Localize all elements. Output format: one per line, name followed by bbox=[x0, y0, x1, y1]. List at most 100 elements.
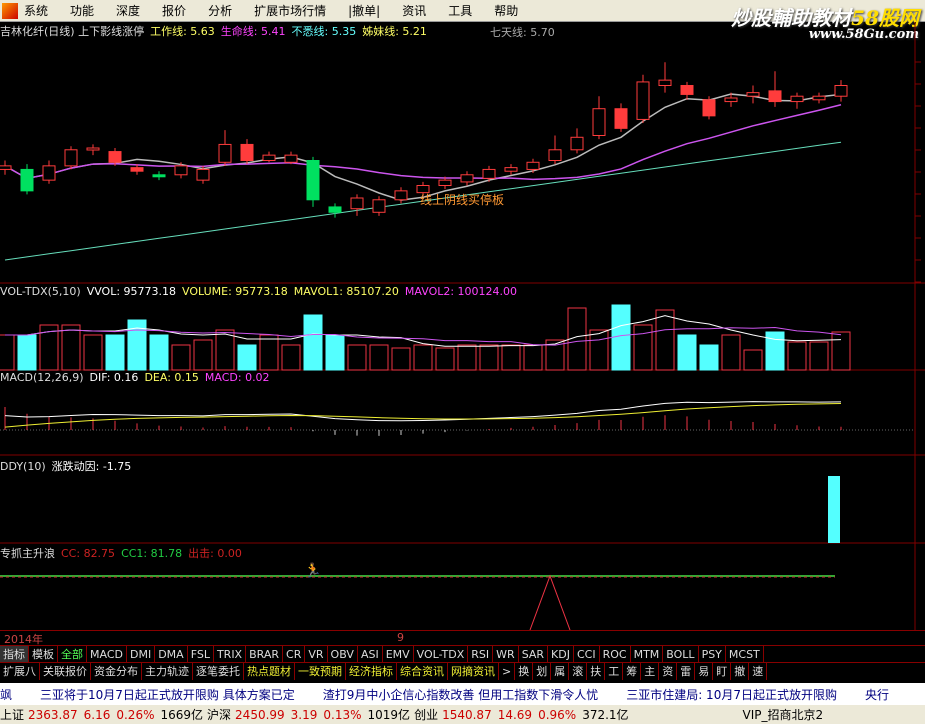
tab-OBV[interactable]: OBV bbox=[328, 646, 358, 663]
candle-body bbox=[306, 160, 320, 201]
date-month: 9 bbox=[397, 631, 404, 644]
index-amt: 1669亿 bbox=[160, 708, 204, 722]
menu-item[interactable]: 工具 bbox=[448, 2, 472, 19]
index-name: 沪深 bbox=[207, 708, 232, 722]
tab-MCST[interactable]: MCST bbox=[726, 646, 764, 663]
volume-bar bbox=[61, 324, 81, 371]
candle-body bbox=[262, 154, 276, 161]
candle-body bbox=[174, 165, 188, 176]
tab-易[interactable]: 易 bbox=[695, 663, 714, 680]
menu-item[interactable]: 分析 bbox=[208, 2, 232, 19]
volume-bar bbox=[281, 344, 301, 371]
candle-body bbox=[0, 165, 12, 170]
tab-BRAR[interactable]: BRAR bbox=[246, 646, 284, 663]
tab-VOL-TDX[interactable]: VOL-TDX bbox=[414, 646, 469, 663]
tab-EMV[interactable]: EMV bbox=[383, 646, 414, 663]
candle-body bbox=[460, 174, 474, 183]
tab-CR[interactable]: CR bbox=[283, 646, 306, 663]
tab->[interactable]: > bbox=[499, 663, 516, 680]
chart-annotation: 线上阴线买停板 bbox=[420, 193, 505, 207]
volume-bar bbox=[523, 344, 543, 371]
tab-属[interactable]: 属 bbox=[551, 663, 570, 680]
date-axis: 2014年 9 bbox=[0, 630, 925, 646]
tab-全部[interactable]: 全部 bbox=[58, 646, 87, 663]
tab-一致预期[interactable]: 一致预期 bbox=[295, 663, 346, 680]
signal-triangle bbox=[529, 574, 571, 630]
menu-item[interactable]: 功能 bbox=[70, 2, 94, 19]
news-headline[interactable]: 渣打9月中小企信心指数改善 但用工指数下滑令人忧 bbox=[323, 686, 598, 703]
kline-chart[interactable]: 🏃 bbox=[0, 22, 925, 630]
tab-指标[interactable]: 指标 bbox=[0, 646, 29, 663]
tab-划[interactable]: 划 bbox=[533, 663, 552, 680]
candle-body bbox=[130, 167, 144, 172]
tab-速[interactable]: 速 bbox=[749, 663, 768, 680]
tab-TRIX[interactable]: TRIX bbox=[214, 646, 247, 663]
menu-item[interactable]: |撤单| bbox=[348, 2, 380, 19]
indicator-tabs: 指标 模板 全部 MACD DMI DMA FSL TRIX BRAR CR VR OBV ASI EMV… bbox=[0, 645, 925, 663]
index-name: 创业 bbox=[414, 708, 439, 722]
candle-body bbox=[636, 81, 650, 120]
tab-主力轨迹[interactable]: 主力轨迹 bbox=[142, 663, 193, 680]
candle-body bbox=[218, 143, 232, 163]
tab-DMI[interactable]: DMI bbox=[127, 646, 156, 663]
tab-WR[interactable]: WR bbox=[493, 646, 519, 663]
volume-bar bbox=[809, 341, 829, 371]
tab-逐笔委托[interactable]: 逐笔委托 bbox=[193, 663, 244, 680]
tab-ROC[interactable]: ROC bbox=[600, 646, 631, 663]
indicator-title: VOL-TDX(5,10) bbox=[0, 285, 81, 298]
tab-筹[interactable]: 筹 bbox=[623, 663, 642, 680]
menu-item[interactable]: 扩展市场行情 bbox=[254, 2, 326, 19]
tab-PSY[interactable]: PSY bbox=[699, 646, 726, 663]
tab-经济指标[interactable]: 经济指标 bbox=[346, 663, 397, 680]
tab-VR[interactable]: VR bbox=[305, 646, 328, 663]
menu-item[interactable]: 报价 bbox=[162, 2, 186, 19]
tab-网摘资讯[interactable]: 网摘资讯 bbox=[448, 663, 499, 680]
volume-bar bbox=[105, 334, 125, 371]
menu-item[interactable]: 系统 bbox=[24, 2, 48, 19]
server-name[interactable]: VIP_招商北京2 bbox=[743, 706, 824, 723]
tab-雷[interactable]: 雷 bbox=[677, 663, 696, 680]
ddy-header: DDY(10) 涨跌动因: -1.75 bbox=[0, 458, 137, 474]
tab-RSI[interactable]: RSI bbox=[468, 646, 494, 663]
index-amt: 1019亿 bbox=[367, 708, 411, 722]
news-headline[interactable]: 央行 bbox=[865, 686, 889, 703]
tab-工[interactable]: 工 bbox=[605, 663, 624, 680]
indicator-value: 涨跌动因: -1.75 bbox=[51, 460, 132, 473]
tab-DMA[interactable]: DMA bbox=[155, 646, 188, 663]
tab-ASI[interactable]: ASI bbox=[358, 646, 383, 663]
tab-关联报价[interactable]: 关联报价 bbox=[40, 663, 91, 680]
tab-资[interactable]: 资 bbox=[659, 663, 678, 680]
news-headline[interactable]: 三亚市住建局: 10月7日起正式放开限购 bbox=[626, 686, 837, 703]
tab-换[interactable]: 换 bbox=[515, 663, 534, 680]
index-pct: 0.26% bbox=[116, 707, 155, 722]
volume-bar bbox=[0, 334, 15, 371]
tab-撤[interactable]: 撤 bbox=[731, 663, 750, 680]
tab-模板[interactable]: 模板 bbox=[29, 646, 58, 663]
menu-item[interactable]: 帮助 bbox=[494, 2, 518, 19]
tab-CCI[interactable]: CCI bbox=[574, 646, 600, 663]
tab-SAR[interactable]: SAR bbox=[519, 646, 549, 663]
tab-MTM[interactable]: MTM bbox=[631, 646, 664, 663]
tab-热点题材[interactable]: 热点题材 bbox=[244, 663, 295, 680]
tab-主[interactable]: 主 bbox=[641, 663, 660, 680]
tab-MACD[interactable]: MACD bbox=[87, 646, 127, 663]
tab-FSL[interactable]: FSL bbox=[188, 646, 214, 663]
tab-BOLL[interactable]: BOLL bbox=[663, 646, 699, 663]
tab-扶[interactable]: 扶 bbox=[587, 663, 606, 680]
tab-综合资讯[interactable]: 综合资讯 bbox=[397, 663, 448, 680]
indicator-value: 不悉线: 5.35 bbox=[291, 25, 357, 38]
tab-盯[interactable]: 盯 bbox=[713, 663, 732, 680]
candle-body bbox=[438, 179, 452, 186]
menu-item[interactable]: 资讯 bbox=[402, 2, 426, 19]
news-headline[interactable]: 飒 bbox=[0, 686, 12, 703]
candle-body bbox=[86, 147, 100, 151]
volume-bar bbox=[369, 344, 389, 371]
tab-扩展八[interactable]: 扩展八 bbox=[0, 663, 40, 680]
news-headline[interactable]: 三亚将于10月7日起正式放开限购 具体方案已定 bbox=[40, 686, 295, 703]
price-header: 吉林化纤(日线) 上下影线涨停 工作线: 5.63 生命线: 5.41 不悉线: 5.… bbox=[0, 23, 433, 39]
tab-KDJ[interactable]: KDJ bbox=[548, 646, 574, 663]
candle-body bbox=[680, 85, 694, 95]
tab-滚[interactable]: 滚 bbox=[569, 663, 588, 680]
menu-item[interactable]: 深度 bbox=[116, 2, 140, 19]
tab-资金分布[interactable]: 资金分布 bbox=[91, 663, 142, 680]
